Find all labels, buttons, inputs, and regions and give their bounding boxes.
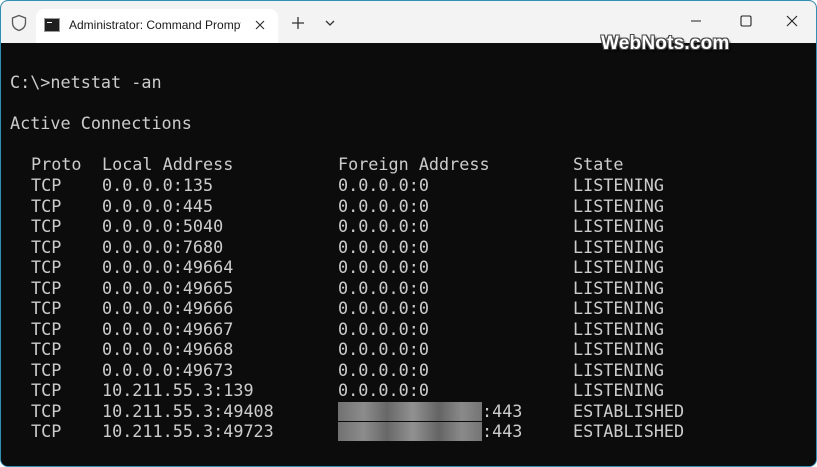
row-proto: TCP — [31, 421, 62, 441]
row-local-address: 10.211.55.3:49723 — [102, 421, 274, 441]
row-foreign-address: 0.0.0.0:0 — [338, 216, 429, 236]
row-local-address: 10.211.55.3:49408 — [102, 400, 274, 421]
terminal-output[interactable]: C:\>netstat -an Active Connections Proto… — [1, 43, 816, 466]
tab-command-prompt[interactable]: Administrator: Command Prompt — [36, 9, 278, 43]
watermark: WebNots.com — [601, 33, 730, 54]
row-foreign-address: 0.0.0.0:0 — [338, 339, 429, 359]
close-icon[interactable] — [782, 11, 802, 31]
header-proto: Proto — [31, 154, 82, 174]
row-state: LISTENING — [573, 277, 664, 298]
row-proto: TCP — [31, 257, 62, 277]
plus-icon[interactable] — [290, 15, 306, 31]
row-state: LISTENING — [573, 175, 664, 195]
section-title: Active Connections — [10, 113, 192, 133]
row-foreign-address: 0.0.0.0:0 — [338, 359, 429, 380]
row-foreign-address: 0.0.0.0:0 — [338, 380, 429, 400]
row-proto: TCP — [31, 175, 62, 195]
chevron-down-icon[interactable] — [323, 17, 337, 29]
row-local-address: 0.0.0.0:49665 — [102, 277, 234, 298]
row-local-address: 0.0.0.0:49668 — [102, 339, 234, 359]
header-local-address: Local Address — [102, 154, 234, 174]
terminal-window: Administrator: Command Prompt C:\>netsta… — [0, 0, 817, 467]
row-state: LISTENING — [573, 236, 664, 257]
row-foreign-address: 0.0.0.0:0 — [338, 195, 429, 216]
row-local-address: 0.0.0.0:49667 — [102, 318, 234, 339]
row-foreign-address: 0.0.0.0:0 — [338, 236, 429, 257]
row-proto: TCP — [31, 277, 62, 298]
row-proto: TCP — [31, 216, 62, 236]
row-local-address: 0.0.0.0:135 — [102, 175, 214, 195]
row-proto: TCP — [31, 236, 62, 257]
close-icon[interactable] — [251, 16, 269, 34]
shield-icon — [11, 14, 27, 32]
row-state: LISTENING — [573, 195, 664, 216]
row-local-address: 0.0.0.0:445 — [102, 195, 214, 216]
header-foreign-address: Foreign Address — [338, 154, 490, 174]
row-state: LISTENING — [573, 298, 664, 318]
row-foreign-address: 0.0.0.0:0 — [338, 257, 429, 277]
row-state: LISTENING — [573, 359, 664, 380]
row-state: LISTENING — [573, 216, 664, 236]
row-state: LISTENING — [573, 339, 664, 359]
row-proto: TCP — [31, 298, 62, 318]
row-state: ESTABLISHED — [573, 421, 685, 441]
maximize-icon[interactable] — [736, 11, 756, 31]
tab-title: Administrator: Command Prompt — [69, 18, 241, 32]
row-local-address: 0.0.0.0:49666 — [102, 298, 234, 318]
row-state: LISTENING — [573, 257, 664, 277]
row-local-address: 0.0.0.0:49673 — [102, 359, 234, 380]
row-proto: TCP — [31, 400, 62, 421]
row-foreign-address: 0.0.0.0:0 — [338, 175, 429, 195]
row-proto: TCP — [31, 195, 62, 216]
row-foreign-address: 0.0.0.0:0 — [338, 298, 429, 318]
command-line: C:\>netstat -an — [10, 72, 162, 92]
redacted-address — [338, 422, 482, 441]
row-proto: TCP — [31, 359, 62, 380]
row-foreign-port: :443 — [482, 421, 523, 441]
row-state: LISTENING — [573, 380, 664, 400]
redacted-address — [338, 401, 482, 421]
row-foreign-address: 0.0.0.0:0 — [338, 318, 429, 339]
row-proto: TCP — [31, 380, 62, 400]
row-proto: TCP — [31, 318, 62, 339]
row-state: LISTENING — [573, 318, 664, 339]
row-local-address: 0.0.0.0:49664 — [102, 257, 234, 277]
row-proto: TCP — [31, 339, 62, 359]
row-foreign-port: :443 — [482, 400, 523, 421]
row-foreign-address: 0.0.0.0:0 — [338, 277, 429, 298]
minimize-icon[interactable] — [686, 11, 706, 31]
command-prompt-icon — [44, 18, 60, 32]
row-local-address: 0.0.0.0:5040 — [102, 216, 224, 236]
row-local-address: 10.211.55.3:139 — [102, 380, 254, 400]
row-local-address: 0.0.0.0:7680 — [102, 236, 224, 257]
header-state: State — [573, 154, 624, 174]
row-state: ESTABLISHED — [573, 400, 685, 421]
